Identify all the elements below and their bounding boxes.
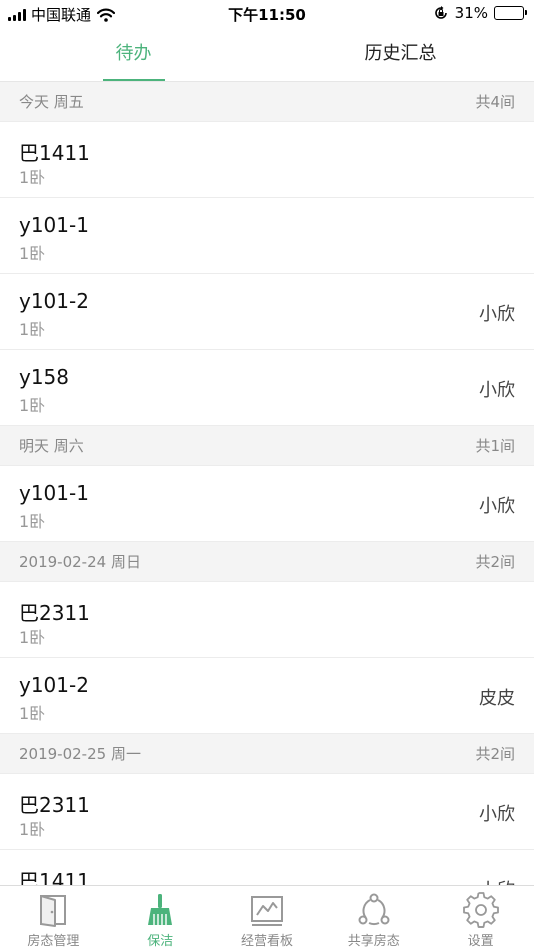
room-name: y101-1 — [19, 481, 89, 505]
tab-history-summary[interactable]: 历史汇总 — [267, 28, 534, 81]
status-bar: 中国联通 下午11:50 31% — [0, 0, 534, 28]
room-name: 巴1411 — [19, 141, 90, 165]
top-tabs: 待办 历史汇总 — [0, 28, 534, 82]
nav-label: 共享房态 — [347, 934, 400, 949]
battery-icon — [494, 6, 527, 20]
nav-room-status[interactable]: 房态管理 — [0, 886, 107, 950]
task-row[interactable]: 巴2311 1卧 — [0, 582, 534, 658]
room-type: 1卧 — [19, 820, 46, 839]
nav-shared-room-status[interactable]: 共享房态 — [320, 886, 427, 950]
bottom-tab-bar: 房态管理 保洁 经营看板 共享房态 设置 — [0, 885, 534, 950]
group-count: 共2间 — [475, 553, 515, 571]
room-name: y101-1 — [19, 213, 89, 237]
nav-business-dashboard[interactable]: 经营看板 — [214, 886, 321, 950]
room-name: 巴2311 — [19, 601, 90, 625]
task-row[interactable]: y101-1 1卧 — [0, 198, 534, 274]
nav-label: 经营看板 — [240, 934, 293, 949]
rotation-lock-icon — [434, 6, 447, 19]
assignee: 小欣 — [479, 804, 515, 825]
task-row[interactable]: 巴1411 1卧 — [0, 122, 534, 198]
group-count: 共1间 — [475, 437, 515, 455]
chart-board-icon — [250, 896, 283, 926]
room-type: 1卧 — [19, 320, 46, 339]
room-type: 1卧 — [19, 512, 46, 531]
group-header: 2019-02-24 周日 共2间 — [0, 542, 534, 582]
room-type: 1卧 — [19, 704, 46, 723]
assignee: 皮皮 — [479, 688, 515, 709]
room-name: 巴1411 — [19, 869, 90, 885]
share-icon — [358, 893, 390, 926]
room-type: 1卧 — [19, 396, 46, 415]
group-count: 共4间 — [475, 93, 515, 111]
group-date: 明天 周六 — [19, 437, 84, 455]
task-row[interactable]: y101-1 1卧 小欣 — [0, 466, 534, 542]
nav-label: 设置 — [467, 934, 494, 949]
room-name: y158 — [19, 365, 70, 389]
group-header: 明天 周六 共1间 — [0, 426, 534, 466]
assignee: 小欣 — [479, 876, 515, 885]
battery-percent: 31% — [454, 4, 488, 22]
task-row[interactable]: 巴2311 1卧 小欣 — [0, 774, 534, 850]
group-date: 2019-02-25 周一 — [19, 745, 141, 763]
room-name: 巴2311 — [19, 793, 90, 817]
tab-pending[interactable]: 待办 — [0, 28, 267, 81]
task-row[interactable]: y101-2 1卧 皮皮 — [0, 658, 534, 734]
assignee: 小欣 — [479, 496, 515, 517]
nav-settings[interactable]: 设置 — [427, 886, 534, 950]
group-count: 共2间 — [475, 745, 515, 763]
assignee: 小欣 — [479, 380, 515, 401]
room-type: 1卧 — [19, 628, 46, 647]
group-header: 2019-02-25 周一 共2间 — [0, 734, 534, 774]
task-row[interactable]: y158 1卧 小欣 — [0, 350, 534, 426]
room-type: 1卧 — [19, 168, 46, 187]
nav-label: 保洁 — [147, 934, 174, 949]
group-header: 今天 周五 共4间 — [0, 82, 534, 122]
gear-icon — [462, 892, 499, 928]
task-row[interactable]: 巴1411 1卧 小欣 — [0, 850, 534, 885]
nav-cleaning[interactable]: 保洁 — [107, 886, 214, 950]
room-name: y101-2 — [19, 673, 89, 697]
broom-icon — [148, 894, 173, 925]
assignee: 小欣 — [479, 304, 515, 325]
room-name: y101-2 — [19, 289, 89, 313]
task-row[interactable]: y101-2 1卧 小欣 — [0, 274, 534, 350]
group-date: 2019-02-24 周日 — [19, 553, 141, 571]
group-date: 今天 周五 — [19, 93, 84, 111]
room-type: 1卧 — [19, 244, 46, 263]
nav-label: 房态管理 — [27, 934, 80, 949]
cleaning-task-list[interactable]: 今天 周五 共4间 巴1411 1卧 y101-1 1卧 y101-2 1卧 小… — [0, 82, 534, 885]
door-icon — [40, 895, 67, 927]
